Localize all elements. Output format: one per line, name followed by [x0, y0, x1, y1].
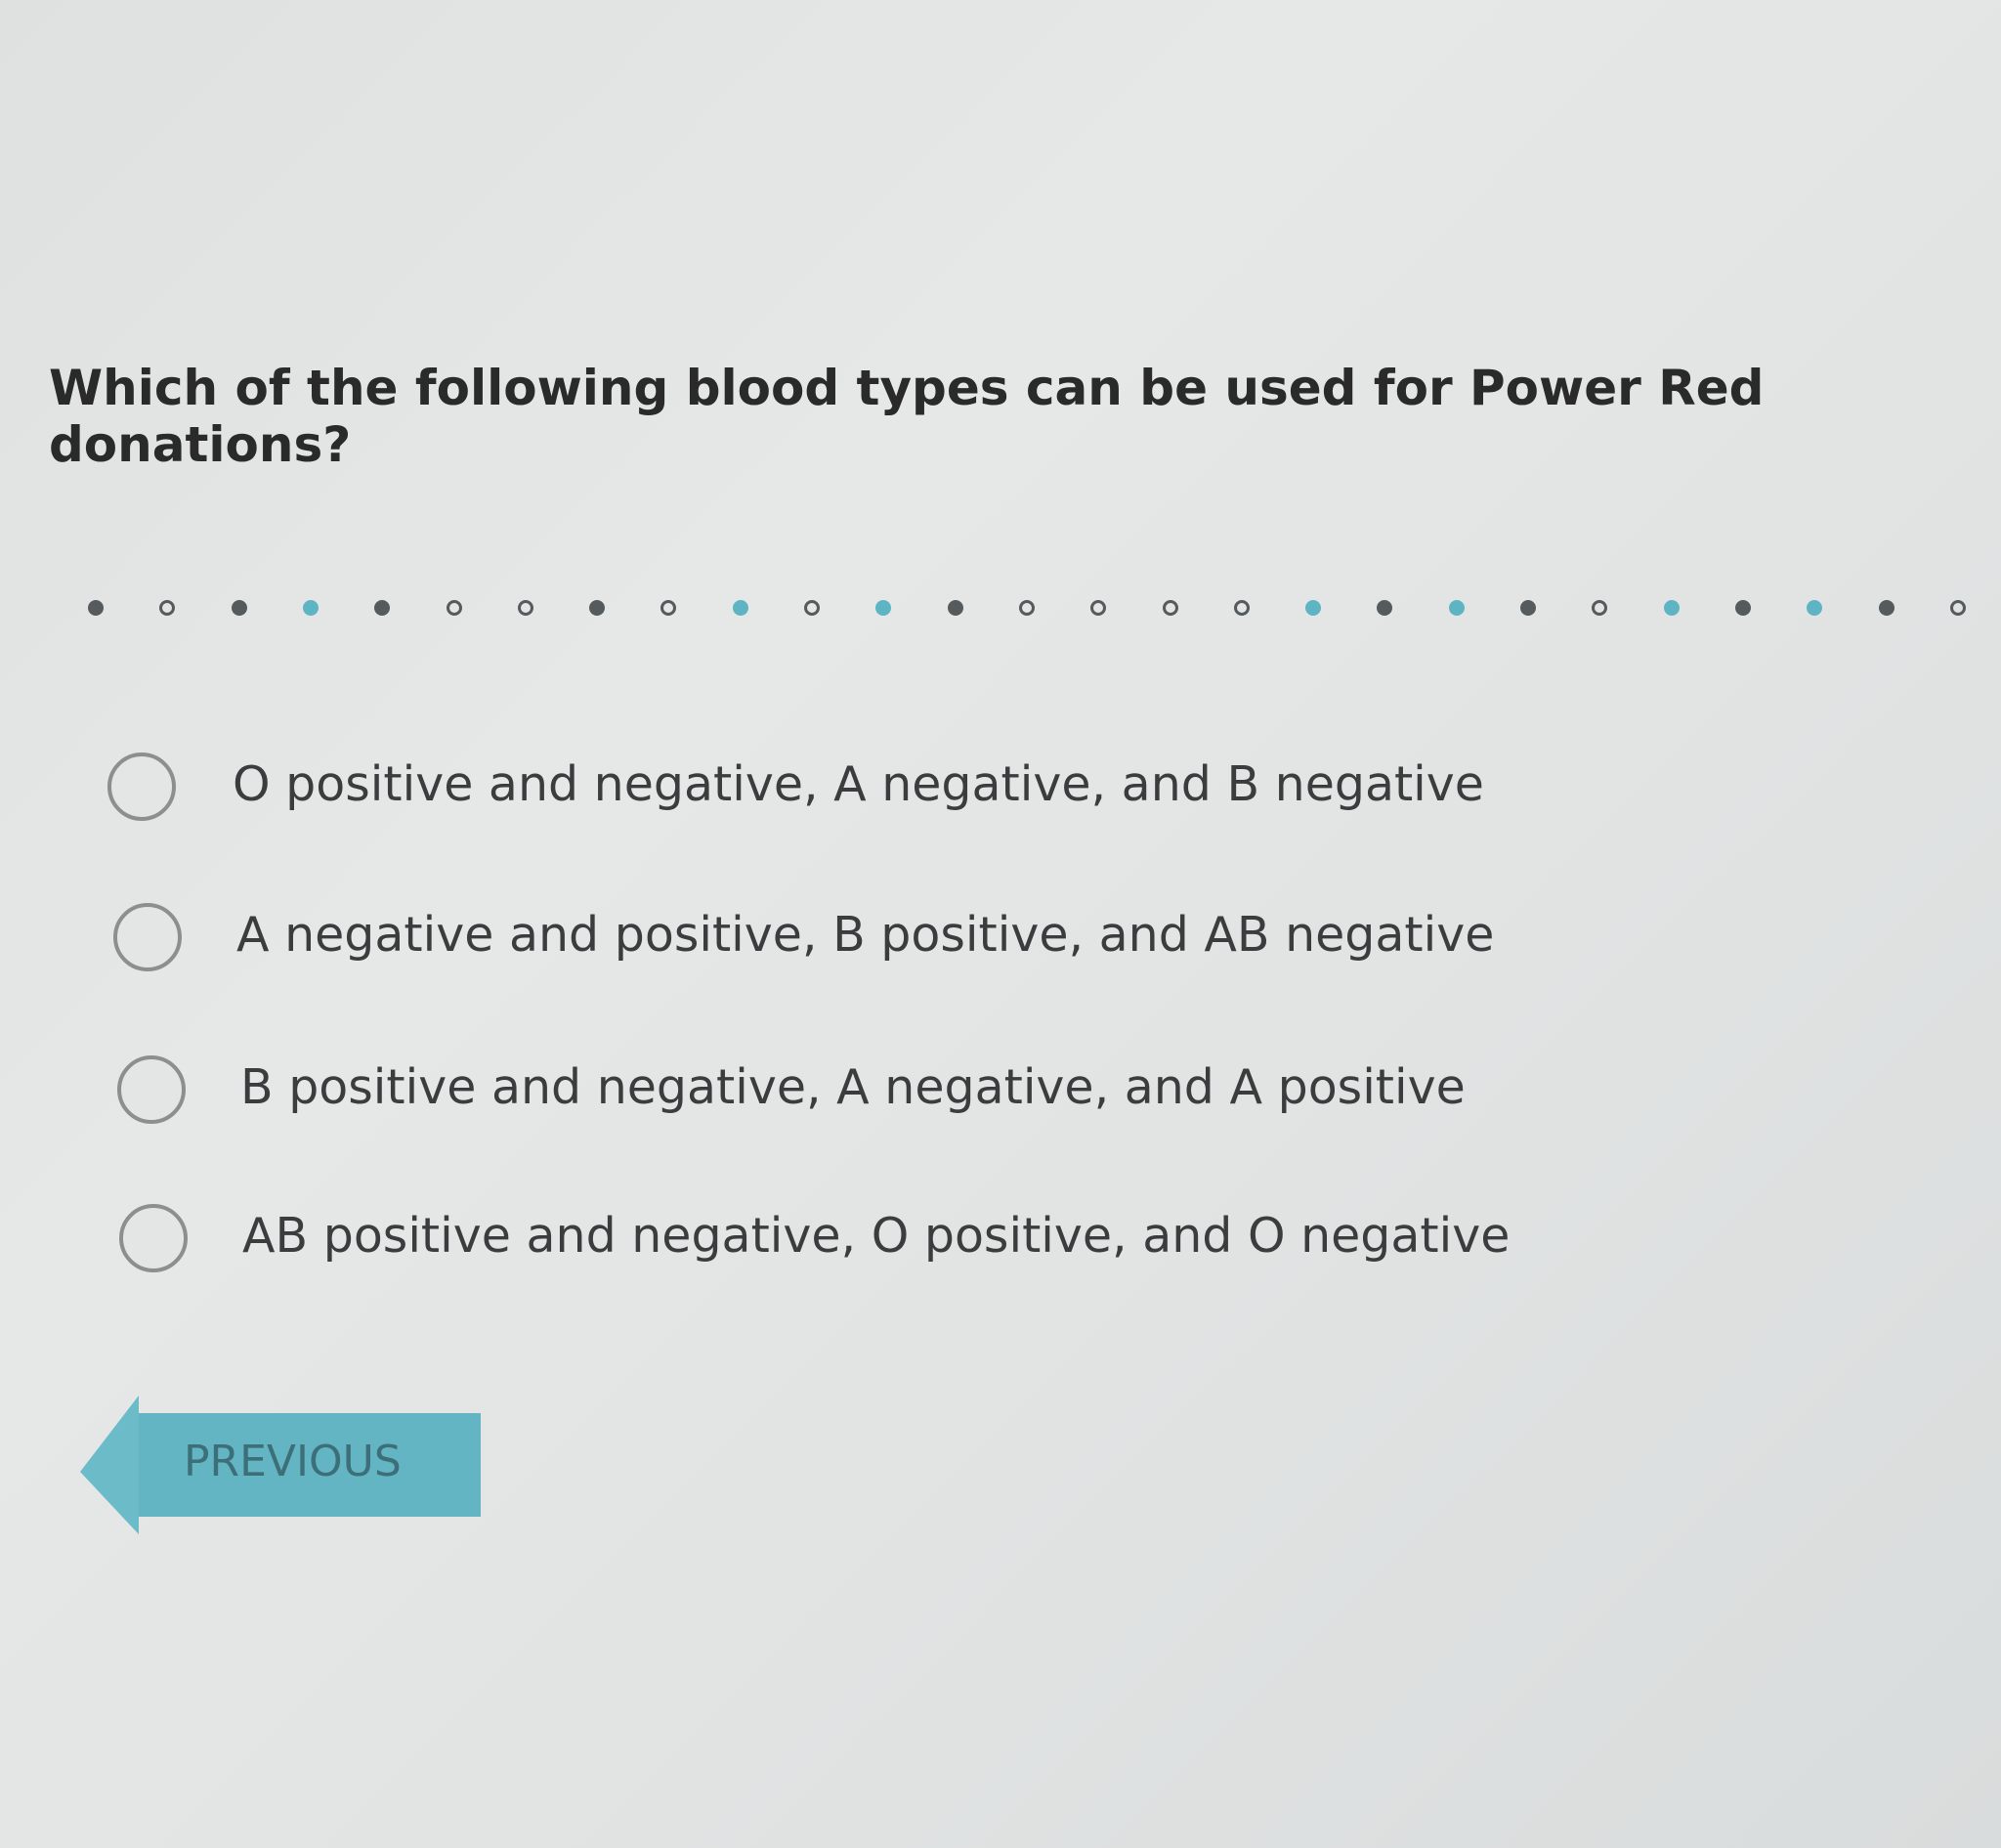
- progress-dot-accent[interactable]: [303, 600, 319, 616]
- previous-button[interactable]: PREVIOUS: [80, 1396, 481, 1534]
- answer-option-2[interactable]: A negative and positive, B positive, and…: [107, 893, 1768, 981]
- answer-option-4[interactable]: AB positive and negative, O positive, an…: [107, 1194, 1768, 1282]
- radio-button[interactable]: [119, 1204, 188, 1272]
- answer-option-label: O positive and negative, A negative, and…: [233, 756, 1484, 812]
- answer-option-label: A negative and positive, B positive, and…: [236, 907, 1495, 963]
- progress-dot-open[interactable]: [1163, 600, 1178, 616]
- progress-dot-accent[interactable]: [1305, 600, 1321, 616]
- question-text: Which of the following blood types can b…: [49, 360, 1765, 473]
- progress-dot-accent[interactable]: [1807, 600, 1822, 616]
- progress-dot-open[interactable]: [660, 600, 676, 616]
- progress-dot-accent[interactable]: [1664, 600, 1680, 616]
- progress-dot-accent[interactable]: [733, 600, 748, 616]
- previous-button-label: PREVIOUS: [184, 1437, 402, 1486]
- radio-button[interactable]: [113, 903, 182, 971]
- radio-button[interactable]: [117, 1055, 186, 1124]
- quiz-page: Which of the following blood types can b…: [0, 0, 2001, 1848]
- answer-option-label: AB positive and negative, O positive, an…: [242, 1208, 1511, 1264]
- progress-dot-open[interactable]: [1019, 600, 1035, 616]
- question-progress-dots: [88, 600, 1974, 625]
- progress-dot-done[interactable]: [1735, 600, 1751, 616]
- progress-dot-done[interactable]: [374, 600, 390, 616]
- progress-dot-done[interactable]: [88, 600, 104, 616]
- progress-dot-open[interactable]: [447, 600, 462, 616]
- progress-dot-done[interactable]: [1879, 600, 1895, 616]
- progress-dot-done[interactable]: [589, 600, 605, 616]
- answer-option-1[interactable]: O positive and negative, A negative, and…: [107, 743, 1768, 831]
- progress-dot-accent[interactable]: [1449, 600, 1465, 616]
- progress-dot-open[interactable]: [1234, 600, 1250, 616]
- answer-option-3[interactable]: B positive and negative, A negative, and…: [107, 1046, 1768, 1134]
- progress-dot-open[interactable]: [804, 600, 820, 616]
- progress-dot-open[interactable]: [518, 600, 533, 616]
- progress-dot-accent[interactable]: [875, 600, 891, 616]
- progress-dot-done[interactable]: [1520, 600, 1536, 616]
- answer-option-label: B positive and negative, A negative, and…: [240, 1059, 1466, 1115]
- progress-dot-open[interactable]: [159, 600, 175, 616]
- progress-dot-done[interactable]: [948, 600, 963, 616]
- progress-dot-open[interactable]: [1090, 600, 1106, 616]
- progress-dot-open[interactable]: [1592, 600, 1607, 616]
- progress-dot-done[interactable]: [232, 600, 247, 616]
- progress-dot-open[interactable]: [1950, 600, 1966, 616]
- progress-dot-done[interactable]: [1377, 600, 1392, 616]
- radio-button[interactable]: [107, 752, 176, 821]
